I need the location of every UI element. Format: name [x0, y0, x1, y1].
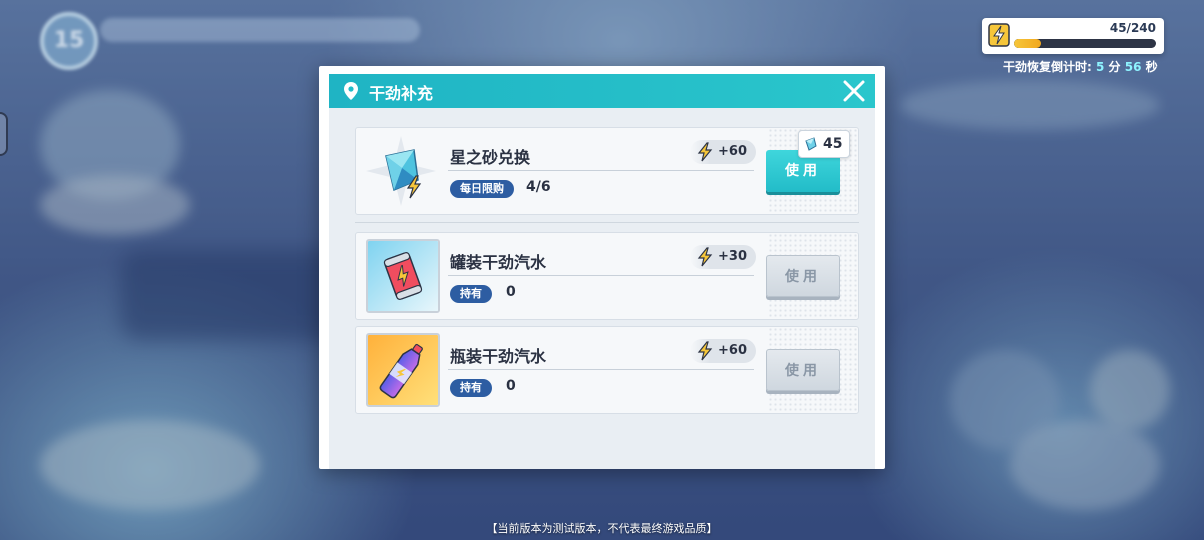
- recover-minutes-unit: 分: [1108, 60, 1121, 74]
- star-sand-crystal-icon: [366, 136, 436, 206]
- dialog-body: 星之砂兑换 +60 每日限购 4/6 使用 45 罐装干劲汽水 +30 持有 0…: [329, 108, 875, 469]
- energy-progress-bar: [1014, 39, 1156, 48]
- item-thumbnail: [366, 239, 440, 313]
- daily-limit-tag: 每日限购: [450, 180, 514, 198]
- energy-recover-timer: 干劲恢复倒计时: 5 分 56 秒: [1003, 58, 1173, 75]
- energy-gain-value: +60: [718, 144, 747, 159]
- close-icon[interactable]: [841, 78, 867, 104]
- item-thumbnail: [366, 333, 440, 407]
- lightning-icon: [697, 247, 713, 267]
- item-name: 瓶装干劲汽水: [450, 347, 547, 366]
- cost-value: 45: [823, 136, 843, 152]
- lightning-icon: [697, 341, 713, 361]
- lightning-icon: [697, 142, 713, 162]
- recover-label: 干劲恢复倒计时:: [1003, 60, 1092, 74]
- owned-tag: 持有: [450, 379, 492, 397]
- recover-minutes: 5: [1096, 60, 1105, 74]
- bottled-soda-icon: [368, 335, 438, 405]
- dialog-header: 干劲补充: [329, 74, 875, 108]
- energy-gain: +60: [690, 339, 756, 363]
- player-level-badge: 15: [40, 12, 98, 70]
- dialog-title: 干劲补充: [369, 84, 434, 103]
- energy-gain-value: +30: [718, 249, 747, 264]
- use-button-canned-soda[interactable]: 使用: [766, 255, 840, 297]
- divider: [448, 170, 754, 171]
- divider: [448, 369, 754, 370]
- item-name: 罐装干劲汽水: [450, 253, 547, 272]
- canned-soda-icon: [368, 241, 438, 311]
- energy-gain-value: +60: [718, 343, 747, 358]
- energy-panel[interactable]: 45/240: [982, 18, 1164, 54]
- location-pin-icon: [344, 82, 358, 100]
- item-card-star-sand: 星之砂兑换 +60 每日限购 4/6 使用 45: [355, 127, 859, 215]
- owned-count: 0: [506, 378, 516, 394]
- owned-tag: 持有: [450, 285, 492, 303]
- energy-progress-fill: [1014, 39, 1041, 48]
- daily-limit-count: 4/6: [526, 179, 551, 195]
- cost-badge: 45: [798, 130, 850, 158]
- energy-gain: +30: [690, 245, 756, 269]
- item-card-bottled-soda: 瓶装干劲汽水 +60 持有 0 使用: [355, 326, 859, 414]
- energy-refill-dialog: 干劲补充 星之砂兑换 +60 每日限购 4/6 使用 45 罐装干劲汽水 +30…: [319, 66, 885, 469]
- energy-gain: +60: [690, 140, 756, 164]
- star-sand-currency-icon: [805, 137, 817, 151]
- item-card-canned-soda: 罐装干劲汽水 +30 持有 0 使用: [355, 232, 859, 320]
- side-drawer-handle[interactable]: [0, 112, 8, 156]
- lightning-icon: [988, 23, 1010, 47]
- divider: [448, 275, 754, 276]
- owned-count: 0: [506, 284, 516, 300]
- use-button-bottled-soda[interactable]: 使用: [766, 349, 840, 391]
- section-divider: [355, 222, 859, 223]
- recover-seconds-unit: 秒: [1145, 60, 1158, 74]
- currency-bar: [100, 18, 420, 42]
- recover-seconds: 56: [1124, 60, 1142, 74]
- test-version-notice: 【当前版本为测试版本，不代表最终游戏品质】: [486, 522, 718, 535]
- energy-value: 45/240: [1109, 21, 1156, 35]
- item-name: 星之砂兑换: [450, 148, 531, 167]
